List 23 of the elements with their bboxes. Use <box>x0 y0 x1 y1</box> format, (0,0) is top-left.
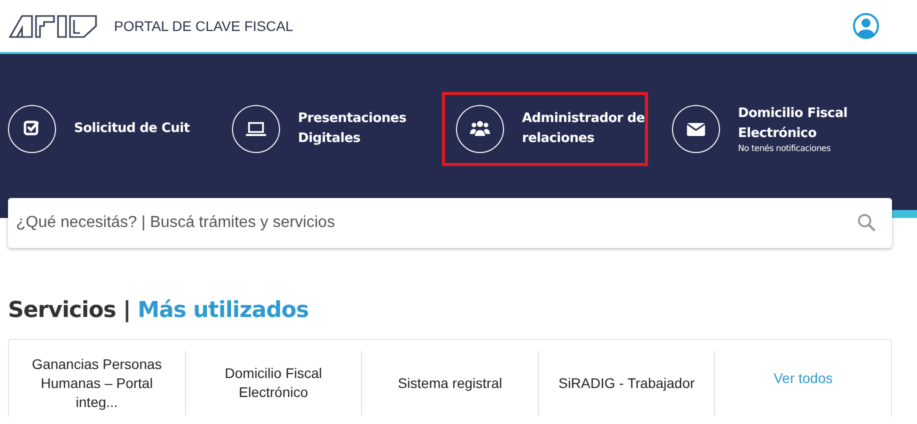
checkbox-icon <box>8 105 56 153</box>
shortcut-link[interactable]: Solicitud de Cuit <box>5 92 232 166</box>
group-icon <box>456 105 504 153</box>
laptop-icon <box>232 105 280 153</box>
user-avatar-icon[interactable] <box>853 13 879 39</box>
search-field[interactable]: ¿Qué necesitás? | Buscá trámites y servicios <box>8 198 892 248</box>
service-link[interactable]: Ganancias Personas Humanas – Portal integ... <box>23 354 171 412</box>
section-title: Servicios | <box>8 298 130 323</box>
shortcut-label: Solicitud de Cuit <box>74 120 190 138</box>
notification-status: No tenés notificaciones <box>738 144 832 154</box>
logo-icon[interactable] <box>8 14 98 38</box>
shortcut-label: Administrador de relaciones <box>522 110 645 148</box>
service-link[interactable]: Sistema registral <box>398 374 502 392</box>
section-subtitle: Más utilizados <box>138 298 309 323</box>
shortcut-link[interactable]: Domicilio Fiscal Electrónico No tenés notificaciones <box>669 92 896 166</box>
shortcut-label: Domicilio Fiscal Electrónico <box>738 105 848 143</box>
portal-title: PORTAL DE CLAVE FISCAL <box>114 18 294 34</box>
envelope-icon <box>672 105 720 153</box>
service-link[interactable]: Domicilio Fiscal Electrónico <box>200 364 348 402</box>
shortcut-label: Presentaciones Digitales <box>298 110 408 148</box>
search-icon[interactable] <box>857 213 876 232</box>
service-link[interactable]: SiRADIG - Trabajador <box>558 374 695 392</box>
shortcut-link[interactable]: Administrador de relaciones <box>442 92 648 166</box>
